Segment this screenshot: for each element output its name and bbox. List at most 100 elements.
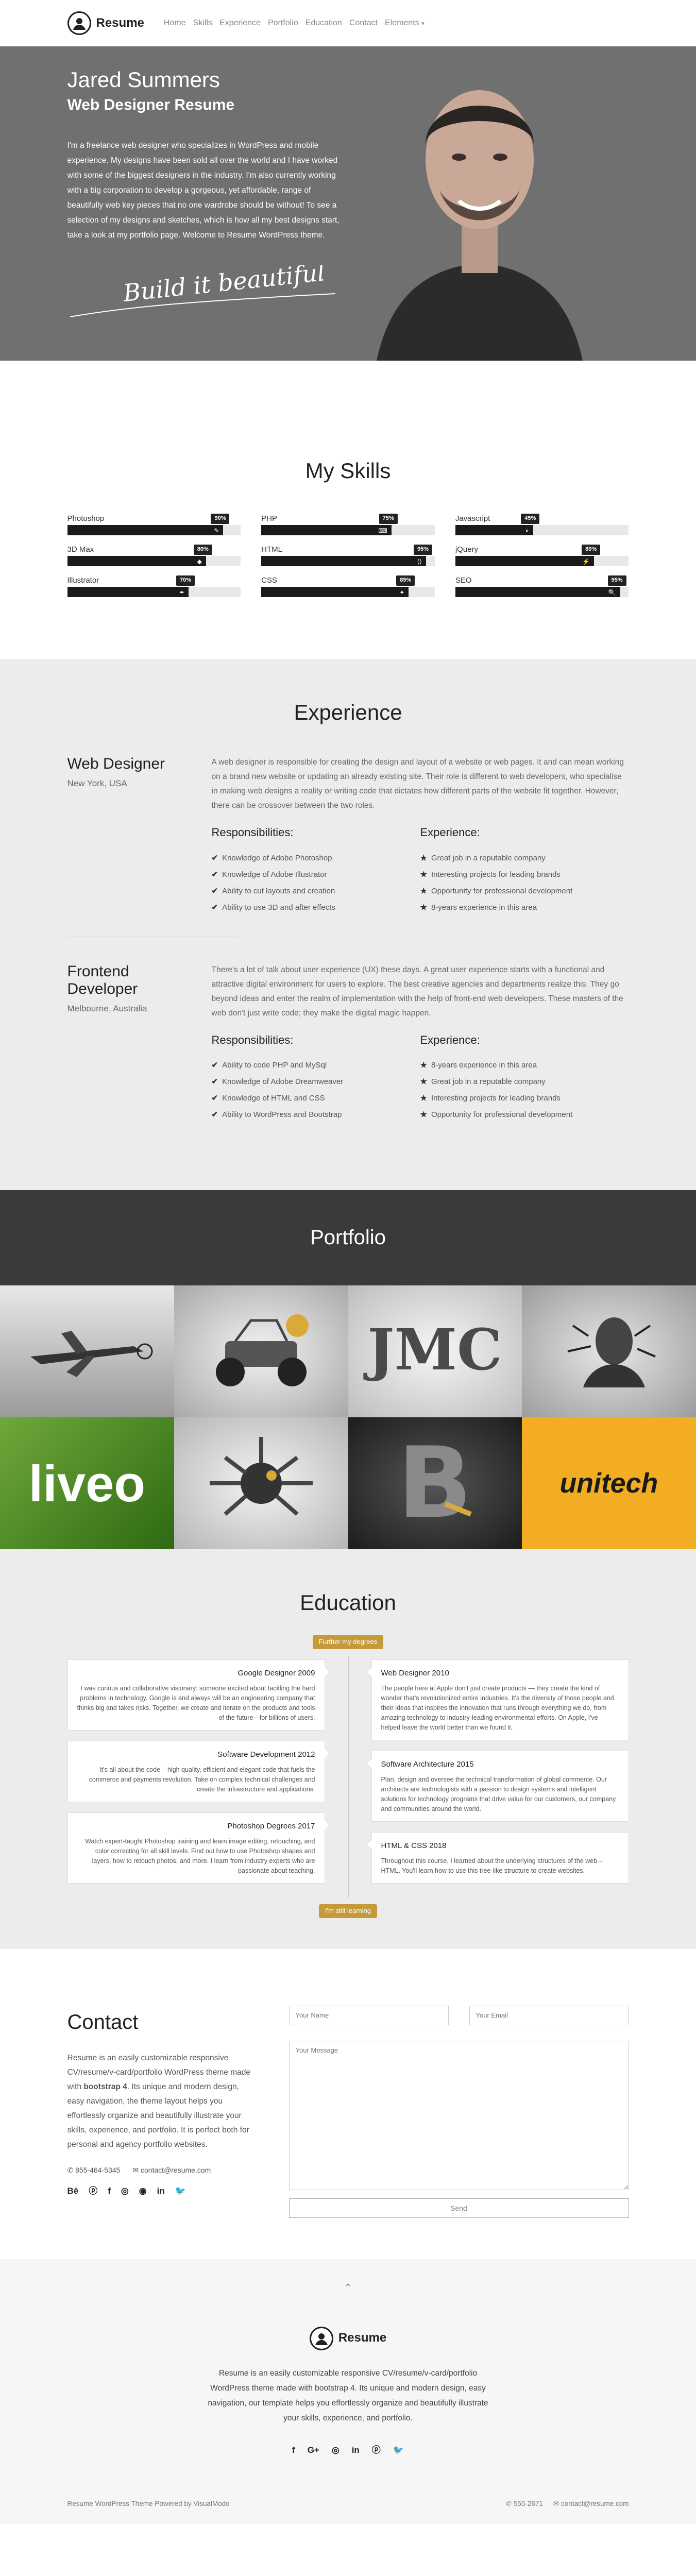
skill-item: jQuery ⚡ 80% [455,545,629,567]
name-input[interactable] [288,2005,449,2025]
send-button[interactable]: Send [288,2198,629,2218]
linkedin-icon[interactable]: in [352,2443,360,2457]
facebook-icon[interactable]: f [108,2184,111,2198]
skill-icon: ✦ [399,589,405,597]
footer-phone[interactable]: ✆ 555-2671 [506,2498,543,2510]
skill-bar: ◐ 45% [455,514,629,536]
footer-logo[interactable]: Resume [0,2326,696,2350]
skill-bar: ⟨⟩ 95% [261,545,435,567]
instagram-icon[interactable]: ◉ [139,2184,147,2198]
nav-skills[interactable]: Skills [193,16,212,30]
google-plus-icon[interactable]: G+ [308,2443,319,2457]
email-input[interactable] [469,2005,629,2025]
skill-bar-fill: ⚡ 80% [455,545,601,567]
check-icon: ✔ [211,886,218,895]
timeline-line [348,1655,349,1897]
brand-logo[interactable]: Resume [67,11,144,35]
navbar: Resume Home Skills Experience Portfolio … [0,0,696,46]
behance-icon[interactable]: Bē [67,2184,79,2198]
contact-phone[interactable]: ✆ 855-464-5345 [67,2164,121,2176]
hero-section: Jared Summers Web Designer Resume I'm a … [0,46,696,361]
linkedin-icon[interactable]: in [157,2184,165,2198]
skill-name: PHP [261,514,277,523]
portfolio-item-unitech[interactable]: unitech [522,1417,696,1549]
nav-experience[interactable]: Experience [219,16,261,30]
nav-education[interactable]: Education [305,16,342,30]
twitter-icon[interactable]: 🐦 [175,2184,186,2198]
skill-bar: 🔍 95% [455,575,629,598]
timeline-left-column: Google Designer 2009 I was curious and co… [67,1659,325,1894]
nav-portfolio[interactable]: Portfolio [268,16,298,30]
list-item: ★ 8-years experience in this area [420,1060,537,1070]
portfolio-item-jmc[interactable]: JMC [348,1285,522,1417]
education-card-text: I was curious and collaborative visionar… [77,1684,315,1721]
skill-icon: ✒ [179,589,185,597]
footer-email[interactable]: ✉ contact@resume.com [553,2498,629,2510]
star-icon: ★ [420,1093,427,1103]
skill-icon: ⟨⟩ [417,558,422,566]
contact-email[interactable]: ✉ contact@resume.com [132,2164,211,2176]
check-icon: ✔ [211,903,218,912]
list-item: ★ Interesting projects for leading brands [420,870,561,879]
portfolio-item-buggy[interactable] [174,1285,348,1417]
job-title: Frontend Developer [67,962,138,998]
skill-percent-badge: 95% [607,575,626,586]
job-description: A web designer is responsible for creati… [211,758,624,810]
chevron-down-icon: ▾ [421,21,425,27]
instagram-icon[interactable]: ◎ [332,2443,339,2457]
skill-percent-badge: 45% [521,514,540,524]
pinterest-icon[interactable]: ⓟ [372,2443,381,2457]
svg-text:B: B [398,1427,472,1540]
portfolio-item-explosion[interactable] [174,1417,348,1549]
footer-credit[interactable]: Resume WordPress Theme Powered by Visual… [67,2498,230,2510]
portfolio-item-splash[interactable] [522,1285,696,1417]
skill-icon: ✎ [214,527,219,535]
footer-brand-name: Resume [338,2331,387,2345]
check-icon: ✔ [211,870,218,879]
responsibilities-list: ✔ Ability to code PHP and MySql ✔ Knowledg… [212,1057,420,1123]
nav-contact[interactable]: Contact [349,16,378,30]
skill-name: Photoshop [67,514,105,523]
skill-bar: ⚡ 80% [455,545,629,567]
skill-percent-badge: 70% [176,575,195,586]
nav-elements[interactable]: Elements ▾ [385,16,425,30]
timeline-start-tag: Further my degrees [312,1635,384,1649]
skill-bar-fill: ◆ 80% [67,545,212,567]
nav-home[interactable]: Home [164,16,186,30]
education-card-text: Throughout this course, I learned about … [381,1857,603,1874]
github-icon[interactable]: ◎ [121,2184,129,2198]
portfolio-item-b[interactable]: B [348,1417,522,1549]
skill-bar: ◆ 80% [67,545,241,567]
pinterest-icon[interactable]: ⓟ [89,2184,97,2198]
skill-bar-fill: ✦ 85% [261,575,415,598]
education-card-text: The people here at Apple don't just crea… [381,1684,614,1731]
list-item: ✔ Ability to code PHP and MySql [211,1060,327,1070]
responsibilities-heading: Responsibilities: [211,826,294,839]
scroll-top-icon[interactable]: ⌃ [0,2280,696,2295]
education-card: Photoshop Degrees 2017 Watch expert-taugh… [67,1812,325,1884]
skill-name: CSS [261,576,277,585]
message-textarea[interactable] [288,2040,629,2190]
facebook-icon[interactable]: f [292,2443,295,2457]
list-item: ✔ Ability to WordPress and Bootstrap [211,1110,342,1119]
list-item: ✔ Knowledge of HTML and CSS [211,1093,325,1103]
main-menu: Home Skills Experience Portfolio Educati… [164,16,425,30]
job-location: Melbourne, Australia [67,1003,147,1013]
skill-name: jQuery [455,545,479,554]
skill-item: 3D Max ◆ 80% [67,545,241,567]
skill-bar-fill: ✎ 90% [67,514,230,536]
education-card: Google Designer 2009 I was curious and co… [67,1659,325,1731]
skill-bar: ✦ 85% [261,575,435,598]
brand-name: Resume [96,15,144,30]
star-icon: ★ [420,870,427,879]
portfolio-item-plane[interactable] [0,1285,174,1417]
skill-bar: ✎ 90% [67,514,241,536]
portrait-photo [361,46,598,361]
skill-item: PHP ⌨ 75% [261,514,435,536]
education-card: HTML & CSS 2018 Throughout this course, I… [371,1832,629,1884]
portfolio-item-liveo[interactable]: liveo [0,1417,174,1549]
list-item: ★ Interesting projects for leading brands [420,1093,561,1103]
twitter-icon[interactable]: 🐦 [393,2443,404,2457]
check-icon: ✔ [211,1077,218,1086]
star-icon: ★ [420,1077,427,1086]
